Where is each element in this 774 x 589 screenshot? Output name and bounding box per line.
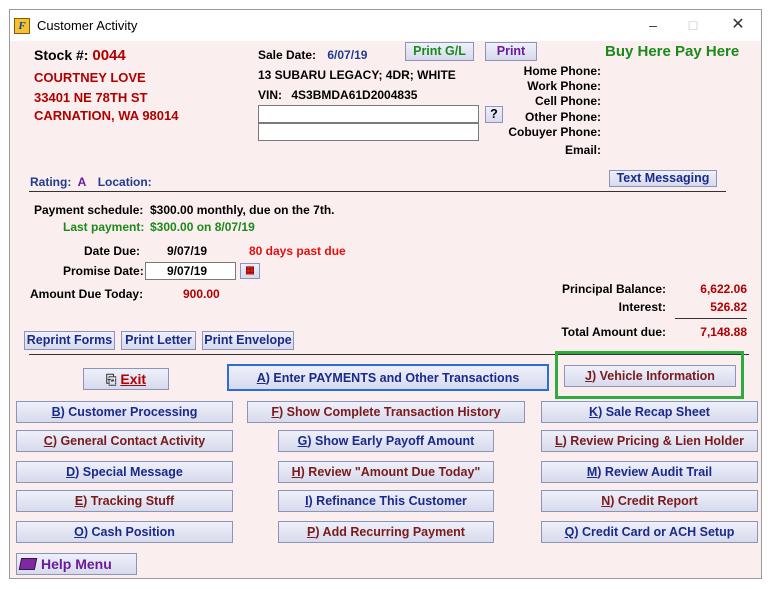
stock-label: Stock #: [34, 47, 89, 63]
print-letter-button[interactable]: Print Letter [121, 331, 196, 350]
home-phone-label: Home Phone: [523, 64, 601, 78]
payment-schedule-value: $300.00 monthly, due on the 7th. [150, 203, 335, 217]
print-button[interactable]: Print [485, 42, 537, 61]
special-message-button[interactable]: D) Special Message [16, 461, 233, 483]
total-amount-value: 7,148.88 [700, 325, 747, 339]
review-pricing-button[interactable]: L) Review Pricing & Lien Holder [541, 430, 758, 452]
last-payment-value: $300.00 on 8/07/19 [150, 220, 255, 234]
amount-due-today-value: 900.00 [183, 287, 220, 301]
recurring-payment-button[interactable]: P) Add Recurring Payment [278, 521, 494, 543]
window-title: Customer Activity [37, 18, 138, 33]
interest-label: Interest: [618, 300, 666, 314]
print-envelope-button[interactable]: Print Envelope [202, 331, 294, 350]
early-payoff-button[interactable]: G) Show Early Payoff Amount [278, 430, 494, 452]
vin: VIN: 4S3BMDA61D2004835 [258, 88, 417, 102]
cell-phone-label: Cell Phone: [534, 94, 601, 108]
credit-report-button[interactable]: N) Credit Report [541, 490, 758, 512]
rating-label: Rating: [30, 175, 72, 189]
brand-label: Buy Here Pay Here [605, 43, 740, 60]
principal-balance-value: 6,622.06 [700, 282, 747, 296]
customer-name: COURTNEY LOVE [34, 70, 146, 85]
maximize-icon[interactable]: □ [678, 14, 708, 36]
vehicle-information-button[interactable]: J) Vehicle Information [564, 365, 736, 387]
general-contact-button[interactable]: C) General Contact Activity [16, 430, 233, 452]
vehicle-description: 13 SUBARU LEGACY; 4DR; WHITE [258, 68, 456, 82]
cobuyer-phone-label: Cobuyer Phone: [508, 125, 601, 139]
text-messaging-button[interactable]: Text Messaging [609, 170, 717, 187]
customer-street: 33401 NE 78TH ST [34, 90, 148, 105]
calendar-icon[interactable]: ▦ [240, 263, 260, 279]
date-due-value: 9/07/19 [167, 244, 208, 258]
transaction-history-button[interactable]: F) Show Complete Transaction History [247, 401, 525, 423]
stock-number: Stock #: 0044 [34, 47, 126, 64]
rating: Rating: A Location: [30, 175, 152, 189]
sale-date: Sale Date: 6/07/19 [258, 48, 367, 62]
stock-value: 0044 [92, 47, 126, 64]
last-payment-label: Last payment: [63, 220, 145, 234]
past-due-text: 80 days past due [249, 244, 346, 258]
exit-door-icon: ⎘ [105, 372, 117, 387]
minimize-icon[interactable]: – [638, 14, 668, 36]
help-question-button[interactable]: ? [485, 106, 503, 123]
close-icon[interactable]: ✕ [723, 14, 753, 36]
amount-due-today-label: Amount Due Today: [30, 287, 144, 301]
promise-date-input[interactable]: 9/07/19 [145, 262, 236, 280]
help-menu-button[interactable]: Help Menu [16, 553, 137, 575]
vin-label: VIN: [258, 88, 282, 102]
customer-processing-button[interactable]: B) Customer Processing [16, 401, 233, 423]
date-due-label: Date Due: [84, 244, 141, 258]
note-field-1[interactable] [258, 105, 479, 123]
interest-value: 526.82 [710, 300, 747, 314]
review-amount-due-button[interactable]: H) Review "Amount Due Today" [278, 461, 494, 483]
app-icon: F [14, 18, 30, 34]
reprint-forms-button[interactable]: Reprint Forms [24, 331, 115, 350]
print-gl-button[interactable]: Print G/L [405, 42, 474, 61]
sale-recap-button[interactable]: K) Sale Recap Sheet [541, 401, 758, 423]
enter-payments-button[interactable]: A) Enter PAYMENTS and Other Transactions [227, 364, 549, 391]
divider-top [29, 191, 726, 192]
location-label: Location: [97, 175, 152, 189]
rating-value: A [77, 175, 87, 189]
customer-city: CARNATION, WA 98014 [34, 108, 179, 123]
work-phone-label: Work Phone: [527, 79, 601, 93]
payment-schedule-label: Payment schedule: [34, 203, 144, 217]
email-label: Email: [564, 143, 601, 157]
credit-card-ach-button[interactable]: Q) Credit Card or ACH Setup [541, 521, 758, 543]
refinance-button[interactable]: I) Refinance This Customer [278, 490, 494, 512]
sale-date-label: Sale Date: [258, 48, 317, 62]
promise-date-label: Promise Date: [63, 264, 144, 278]
customer-activity-window: F Customer Activity – □ ✕ Stock #: 0044 … [9, 9, 762, 579]
principal-balance-label: Principal Balance: [561, 282, 666, 296]
vin-value: 4S3BMDA61D2004835 [291, 88, 418, 102]
tracking-stuff-button[interactable]: E) Tracking Stuff [16, 490, 233, 512]
review-audit-button[interactable]: M) Review Audit Trail [541, 461, 758, 483]
other-phone-label: Other Phone: [524, 110, 601, 124]
book-icon [18, 558, 38, 570]
title-bar: F Customer Activity – □ ✕ [10, 10, 761, 41]
cash-position-button[interactable]: O) Cash Position [16, 521, 233, 543]
balance-rule [675, 318, 747, 319]
note-field-2[interactable] [258, 123, 479, 141]
total-amount-label: Total Amount due: [561, 325, 666, 339]
exit-button[interactable]: ⎘ Exit [83, 368, 169, 390]
sale-date-value: 6/07/19 [327, 48, 368, 62]
